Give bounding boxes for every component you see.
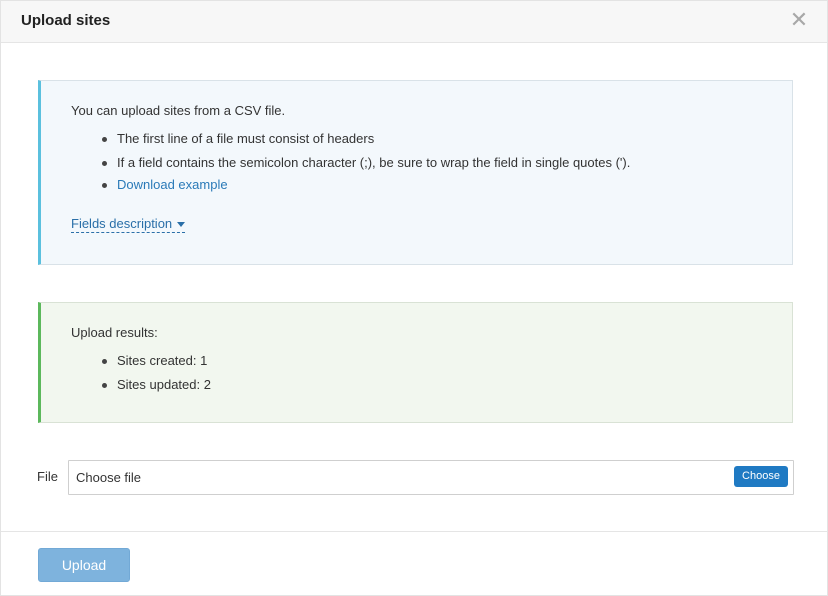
file-label: File [37,469,58,484]
choose-file-button[interactable]: Choose [734,466,788,487]
info-list: The first line of a file must consist of… [101,131,630,193]
results-list: Sites created: 1 Sites updated: 2 [101,353,211,393]
file-input[interactable]: Choose file Choose [68,460,794,495]
caret-down-icon [177,222,186,228]
results-sites-updated: Sites updated: 2 [101,377,211,393]
fields-description-toggle[interactable]: Fields description [71,216,186,233]
info-bullet-semicolon: If a field contains the semicolon charac… [101,155,630,171]
results-heading: Upload results: [71,325,158,340]
upload-results-panel: Upload results: Sites created: 1 Sites u… [38,302,793,423]
upload-button[interactable]: Upload [38,548,130,582]
close-icon[interactable]: ✕ [789,9,809,31]
download-example-link[interactable]: Download example [117,177,228,192]
fields-description-label: Fields description [71,216,173,231]
dialog-header: Upload sites ✕ [1,1,827,43]
info-intro: You can upload sites from a CSV file. [71,103,286,118]
info-panel: You can upload sites from a CSV file. Th… [38,80,793,265]
info-bullet-headers: The first line of a file must consist of… [101,131,630,147]
results-sites-created: Sites created: 1 [101,353,211,369]
file-input-placeholder: Choose file [76,470,142,485]
dialog-title: Upload sites [21,12,111,29]
upload-sites-dialog: Upload sites ✕ You can upload sites from… [0,0,828,596]
footer-divider [1,531,827,532]
download-example-item: Download example [101,177,630,193]
